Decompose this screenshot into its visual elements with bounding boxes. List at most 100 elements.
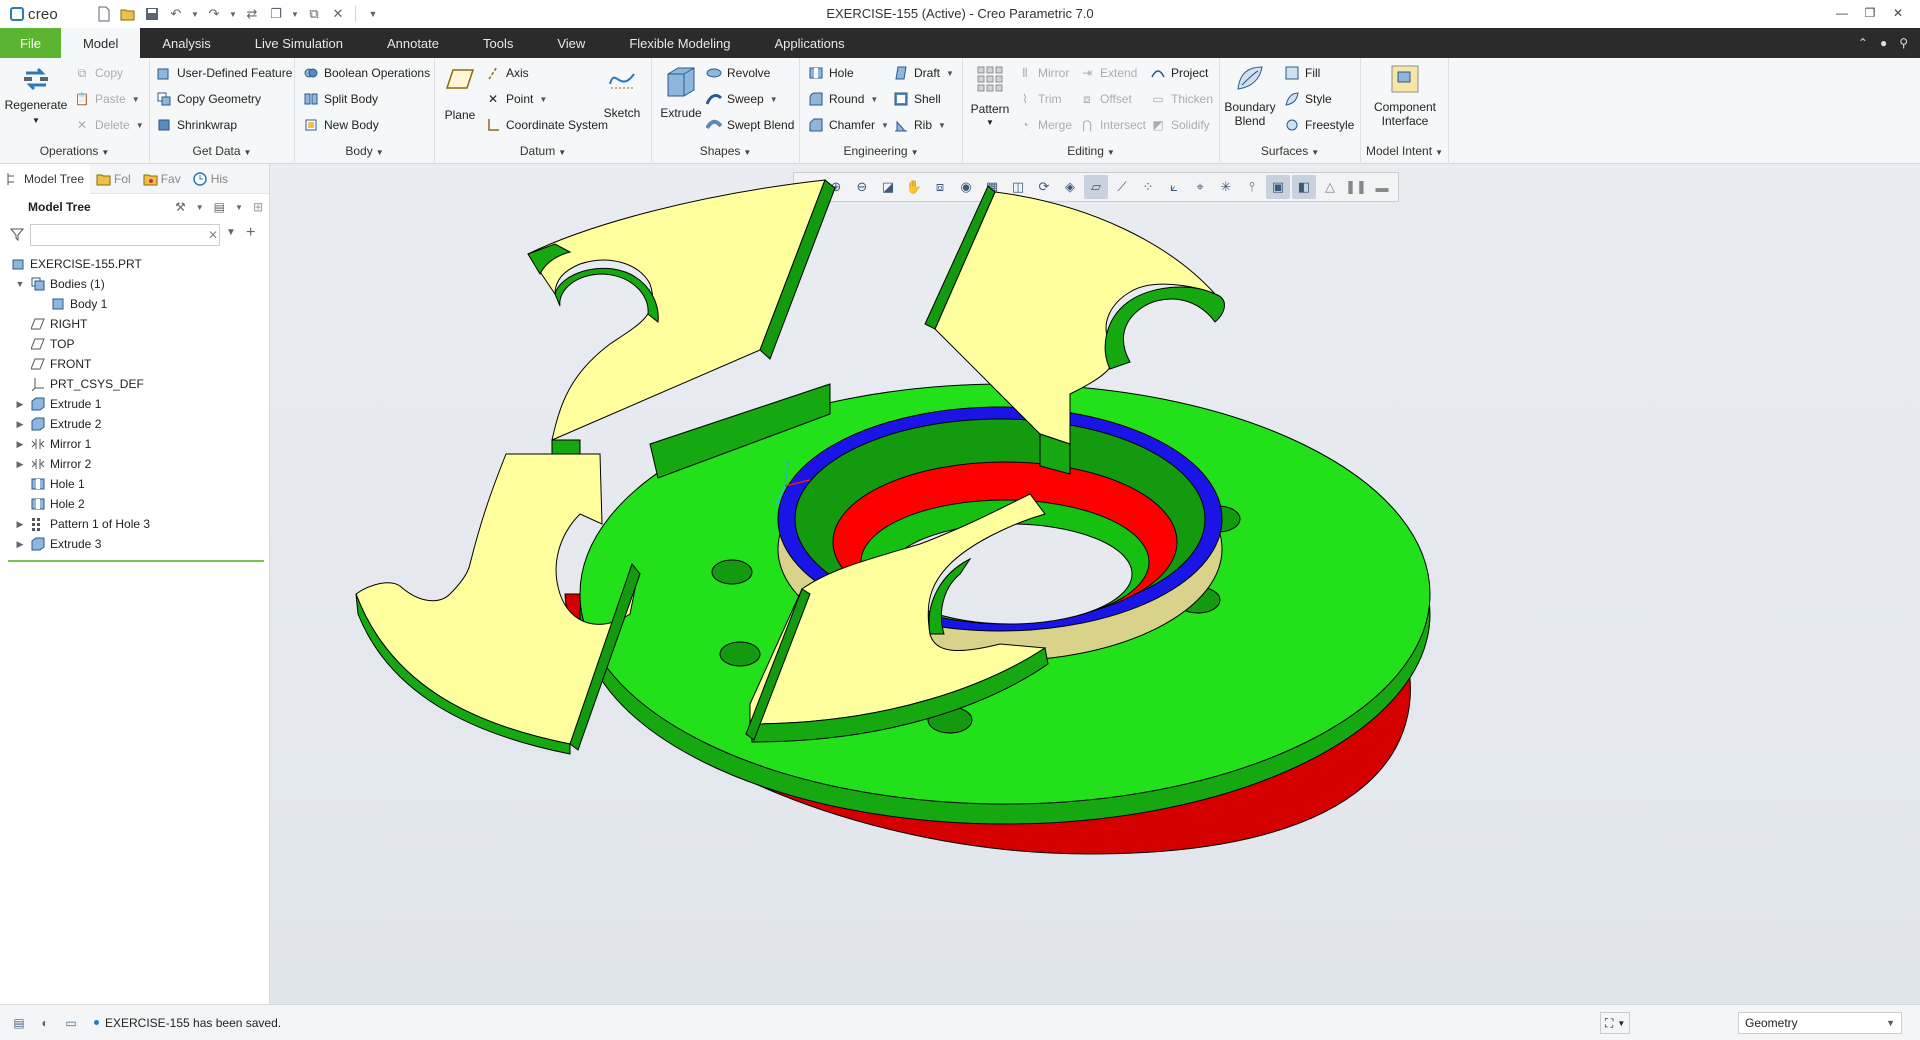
copy-button[interactable]: ⧉ Copy — [74, 63, 123, 83]
tree-node-bodies[interactable]: ▼ Bodies (1) — [0, 274, 269, 294]
expand-arrow-icon[interactable]: ▶ — [14, 459, 26, 470]
hole-button[interactable]: Hole — [808, 63, 854, 83]
tree-node-extrude-3[interactable]: ▶ Extrude 3 — [0, 534, 269, 554]
expand-arrow-icon[interactable]: ▶ — [14, 419, 26, 430]
draft-dropdown-icon[interactable]: ▼ — [946, 69, 954, 78]
group-model-intent-label[interactable]: Model Intent ▼ — [1361, 144, 1448, 158]
tab-applications[interactable]: Applications — [752, 28, 866, 58]
tree-settings-icon[interactable]: ⚒ — [175, 200, 186, 214]
round-button[interactable]: Round ▼ — [808, 89, 878, 109]
project-button[interactable]: Project — [1150, 63, 1208, 83]
copy-geometry-button[interactable]: Copy Geometry — [156, 89, 261, 109]
selection-filter-select[interactable]: Geometry ▼ — [1738, 1012, 1902, 1034]
windows-icon[interactable]: ❐ — [266, 4, 286, 24]
fill-button[interactable]: Fill — [1284, 63, 1320, 83]
tab-flexible-modeling[interactable]: Flexible Modeling — [607, 28, 752, 58]
draft-button[interactable]: Draft ▼ — [893, 63, 954, 83]
group-get-data-label[interactable]: Get Data ▼ — [150, 144, 294, 158]
restore-icon[interactable]: ❐ — [1856, 2, 1884, 24]
minimize-icon[interactable]: — — [1828, 2, 1856, 24]
user-defined-feature-button[interactable]: User-Defined Feature — [156, 63, 292, 83]
tab-history[interactable]: His — [187, 164, 234, 194]
boolean-operations-button[interactable]: Boolean Operations — [303, 63, 430, 83]
extend-button[interactable]: ⇥ Extend — [1079, 63, 1137, 83]
tree-node-top[interactable]: TOP — [0, 334, 269, 354]
tab-tools[interactable]: Tools — [461, 28, 535, 58]
graphics-viewport[interactable]: ⊡ ⊕ ⊖ ◪ ✋ ⧈ ◉ ▦ ◫ ⟳ ◈ ▱ ⟋ ⁘ ⟀ ⌖ ✳ ⫯ ▣ ◧ … — [270, 164, 1920, 1004]
tree-node-front[interactable]: FRONT — [0, 354, 269, 374]
tree-node-pattern-1[interactable]: ▶ Pattern 1 of Hole 3 — [0, 514, 269, 534]
paste-dropdown-icon[interactable]: ▼ — [132, 95, 140, 104]
group-body-label[interactable]: Body ▼ — [295, 144, 434, 158]
group-operations-label[interactable]: Operations ▼ — [0, 144, 149, 158]
tab-live-simulation[interactable]: Live Simulation — [233, 28, 365, 58]
tree-node-part[interactable]: EXERCISE-155.PRT — [0, 254, 269, 274]
customize-qat-icon[interactable]: ▼ — [363, 4, 383, 24]
tab-view[interactable]: View — [535, 28, 607, 58]
tree-node-hole-1[interactable]: Hole 1 — [0, 474, 269, 494]
component-interface-button[interactable]: Component Interface — [1371, 62, 1439, 128]
tab-file[interactable]: File — [0, 28, 61, 58]
tree-node-hole-2[interactable]: Hole 2 — [0, 494, 269, 514]
sweep-button[interactable]: Sweep ▼ — [706, 89, 778, 109]
insert-here-marker[interactable] — [8, 560, 264, 562]
add-item-icon[interactable]: + — [246, 224, 255, 242]
group-editing-label[interactable]: Editing ▼ — [963, 144, 1219, 158]
sweep-dropdown-icon[interactable]: ▼ — [770, 95, 778, 104]
plane-button[interactable]: Plane — [435, 62, 485, 122]
shrinkwrap-button[interactable]: Shrinkwrap — [156, 115, 237, 135]
group-surfaces-label[interactable]: Surfaces ▼ — [1220, 144, 1360, 158]
chamfer-dropdown-icon[interactable]: ▼ — [881, 121, 889, 130]
tree-node-extrude-2[interactable]: ▶ Extrude 2 — [0, 414, 269, 434]
tree-filter-toggle-icon[interactable]: ⊞ — [253, 200, 263, 214]
redo-icon[interactable]: ↷ — [204, 4, 224, 24]
help-icon[interactable]: ● — [1880, 36, 1887, 50]
boundary-blend-button[interactable]: Boundary Blend — [1222, 62, 1278, 128]
regenerate-button[interactable]: Regenerate ▼ — [5, 62, 67, 128]
shell-button[interactable]: Shell — [893, 89, 941, 109]
tab-favorites[interactable]: Fav — [137, 164, 187, 194]
tree-node-mirror-2[interactable]: ▶ Mirror 2 — [0, 454, 269, 474]
switch-windows-icon[interactable]: ⧉ — [304, 4, 324, 24]
pattern-button[interactable]: Pattern ▼ — [965, 62, 1015, 130]
round-dropdown-icon[interactable]: ▼ — [870, 95, 878, 104]
toggle-navigator-icon[interactable]: ▤ — [10, 1014, 28, 1032]
tree-node-mirror-1[interactable]: ▶ Mirror 1 — [0, 434, 269, 454]
regenerate-dropdown-icon[interactable]: ▼ — [32, 114, 40, 128]
group-datum-label[interactable]: Datum ▼ — [435, 144, 651, 158]
3d-model[interactable] — [270, 164, 1920, 1004]
thicken-button[interactable]: ▭ Thicken — [1150, 89, 1213, 109]
open-folder-icon[interactable] — [118, 4, 138, 24]
expand-arrow-icon[interactable]: ▶ — [14, 439, 26, 450]
point-button[interactable]: ✕ Point ▼ — [485, 89, 547, 109]
offset-button[interactable]: ⧈ Offset — [1079, 89, 1132, 109]
tree-node-csys[interactable]: PRT_CSYS_DEF — [0, 374, 269, 394]
search-help-icon[interactable]: ⚲ — [1899, 36, 1908, 50]
mirror-button[interactable]: ⫴ Mirror — [1017, 63, 1069, 83]
tree-search-input[interactable] — [30, 224, 220, 246]
extrude-button[interactable]: Extrude — [656, 62, 706, 120]
split-body-button[interactable]: Split Body — [303, 89, 378, 109]
windows-dropdown-icon[interactable]: ▼ — [290, 4, 300, 24]
paste-button[interactable]: 📋 Paste ▼ — [74, 89, 140, 109]
undo-icon[interactable]: ↶ — [166, 4, 186, 24]
redo-dropdown-icon[interactable]: ▼ — [228, 4, 238, 24]
tree-columns-dropdown-icon[interactable]: ▼ — [235, 203, 243, 212]
collapse-arrow-icon[interactable]: ▼ — [14, 279, 26, 289]
collapse-ribbon-icon[interactable]: ⌃ — [1858, 36, 1868, 50]
tree-node-extrude-1[interactable]: ▶ Extrude 1 — [0, 394, 269, 414]
coordinate-system-button[interactable]: Coordinate System — [485, 115, 608, 135]
tree-columns-icon[interactable]: ▤ — [214, 200, 225, 214]
browser-icon[interactable]: ◐ — [36, 1014, 54, 1032]
full-screen-icon[interactable]: ▭ — [62, 1014, 80, 1032]
style-button[interactable]: Style — [1284, 89, 1332, 109]
save-icon[interactable] — [142, 4, 162, 24]
find-button[interactable]: ⛶ ▼ — [1600, 1012, 1631, 1034]
pattern-dropdown-icon[interactable]: ▼ — [986, 116, 994, 130]
tree-node-right[interactable]: RIGHT — [0, 314, 269, 334]
tab-model[interactable]: Model — [60, 28, 141, 58]
sketch-button[interactable]: Sketch — [597, 62, 647, 120]
tab-analysis[interactable]: Analysis — [140, 28, 232, 58]
search-options-dropdown-icon[interactable]: ▼ — [226, 227, 236, 238]
intersect-button[interactable]: ⋂ Intersect — [1079, 115, 1146, 135]
